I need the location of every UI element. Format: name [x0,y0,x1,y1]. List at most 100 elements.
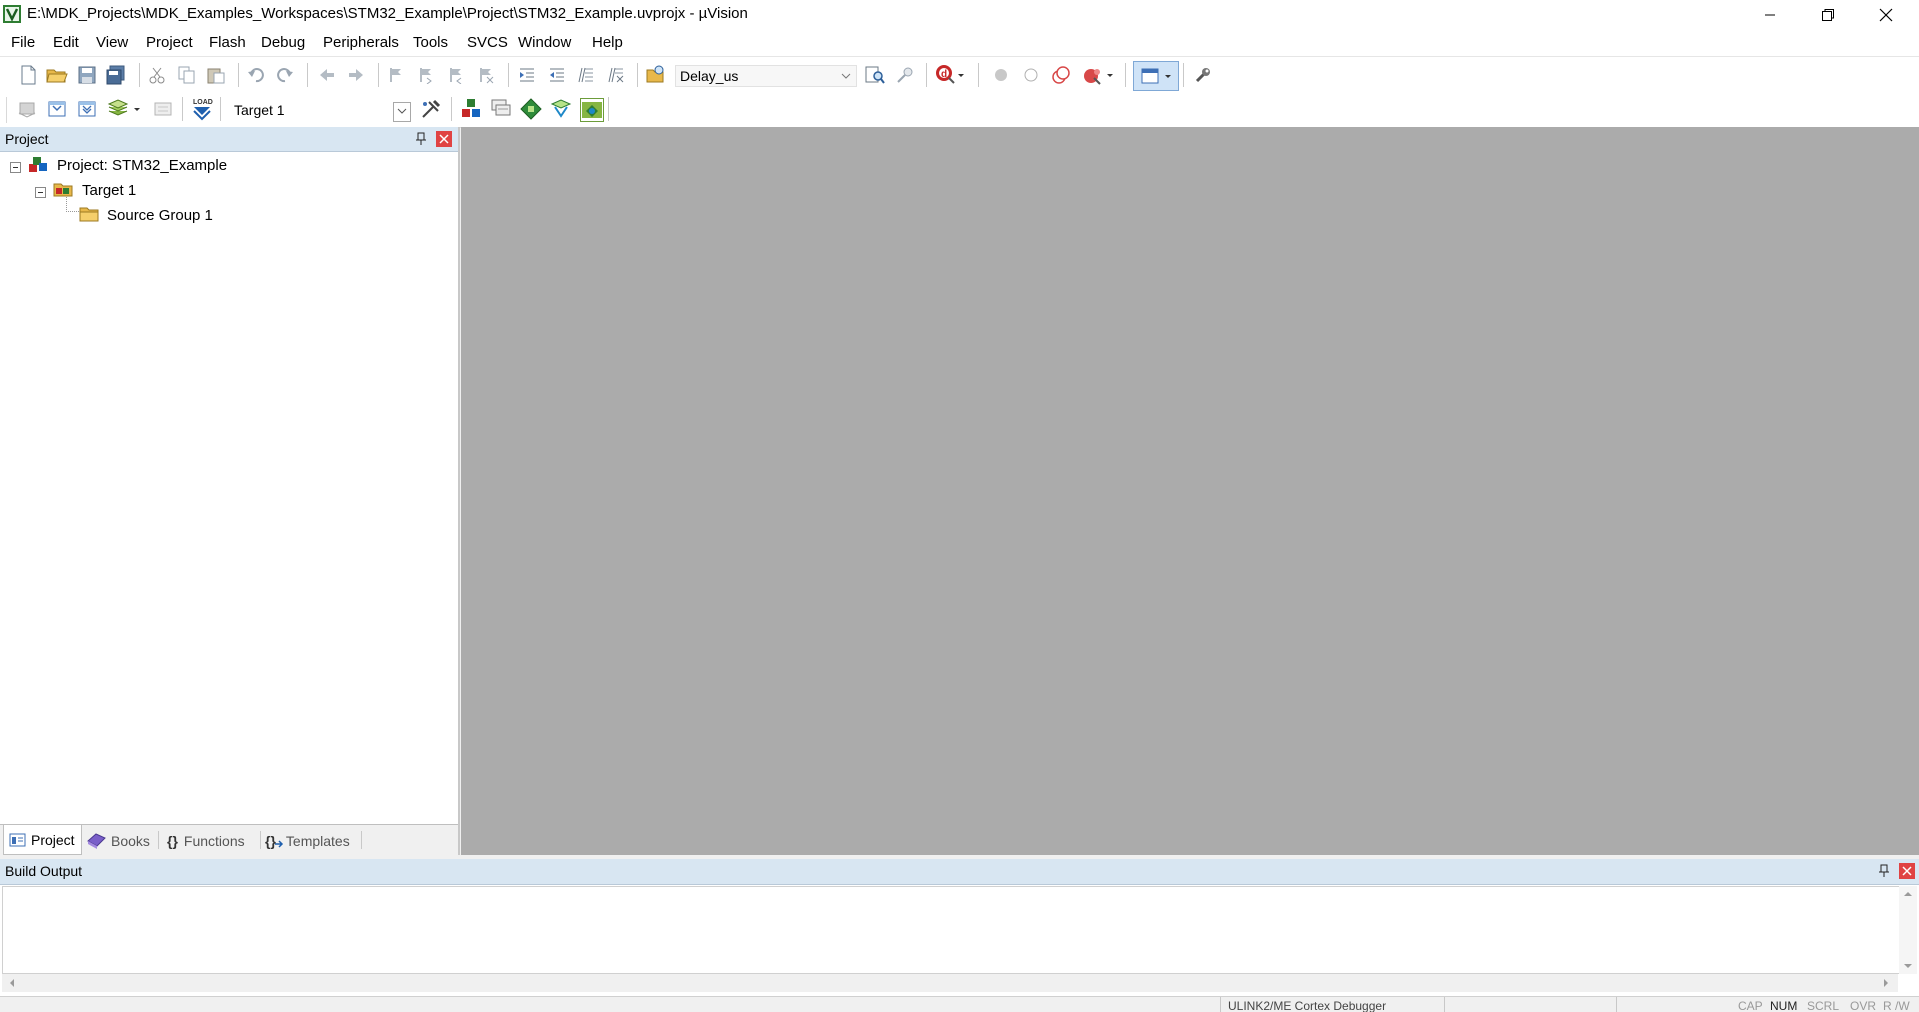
vertical-scrollbar[interactable] [1899,886,1917,974]
menu-flash[interactable]: Flash [209,34,246,51]
toolbar-separator [508,63,509,87]
menu-tools[interactable]: Tools [413,34,448,51]
pin-icon[interactable] [413,131,429,147]
clear-bookmarks-icon[interactable] [475,64,497,86]
pack-installer-icon[interactable] [550,98,572,120]
toolbar-separator [182,97,183,121]
menu-debug[interactable]: Debug [261,34,305,51]
navigate-back-icon[interactable] [316,64,338,86]
toolbar-separator [1183,63,1184,87]
status-scrl: SCRL [1807,999,1840,1012]
chevron-down-icon[interactable] [955,64,967,86]
configure-wrench-icon[interactable] [1192,64,1214,86]
chevron-down-icon[interactable] [1104,64,1116,86]
incremental-find-icon[interactable] [894,64,916,86]
uvision-app-icon [2,4,22,24]
new-file-icon[interactable] [17,64,39,86]
find-icon[interactable] [864,64,886,86]
svg-text:d: d [941,69,947,80]
collapse-target-icon[interactable] [35,185,46,198]
build-icon[interactable] [46,98,68,120]
menu-svcs[interactable]: SVCS [467,34,508,51]
templates-arrow-icon [274,839,283,848]
horizontal-scrollbar[interactable] [2,974,1898,992]
menu-project[interactable]: Project [146,34,193,51]
menu-bar: File Edit View Project Flash Debug Perip… [0,29,1919,56]
disable-all-breakpoints-icon[interactable] [1050,64,1072,86]
window-layout-button[interactable] [1133,61,1179,91]
save-icon[interactable] [76,64,98,86]
menu-file[interactable]: File [11,34,35,51]
status-num: NUM [1770,999,1798,1012]
target-combo[interactable]: Target 1 [229,98,414,122]
toolbar-separator [926,63,927,87]
project-panel: Project Project: STM32_Example Target 1 … [0,127,460,856]
tab-separator [361,831,362,849]
debug-session-icon[interactable]: d [934,63,956,85]
copy-icon[interactable] [176,64,198,86]
editor-area[interactable] [461,127,1919,855]
navigate-forward-icon[interactable] [345,64,367,86]
redo-icon[interactable] [274,64,296,86]
project-panel-tabs: Project Books {} Functions {} Templates [0,824,458,856]
project-icon [28,155,50,175]
kill-all-breakpoints-icon[interactable] [1082,64,1104,86]
chevron-down-icon[interactable] [393,102,411,122]
cut-icon[interactable] [146,64,168,86]
menu-peripherals[interactable]: Peripherals [323,34,399,51]
next-bookmark-icon[interactable] [445,64,467,86]
minimize-button[interactable] [1741,0,1799,29]
menu-edit[interactable]: Edit [53,34,79,51]
enable-breakpoint-icon[interactable] [1020,64,1042,86]
batch-build-icon[interactable] [107,98,129,120]
comment-selection-icon[interactable] [575,64,597,86]
build-output-text[interactable] [2,886,1900,974]
tab-functions[interactable]: {} Functions [167,829,245,852]
indent-icon[interactable] [516,64,538,86]
pin-icon[interactable] [1876,863,1892,879]
pack-installer-green-icon[interactable] [580,98,604,122]
find-in-files-icon[interactable] [645,63,667,85]
insert-breakpoint-icon[interactable] [990,64,1012,86]
menu-window[interactable]: Window [518,34,571,51]
menu-view[interactable]: View [96,34,128,51]
options-for-target-icon[interactable] [420,98,442,120]
restore-button[interactable] [1799,0,1857,29]
toolbar-separator [637,63,638,87]
manage-run-time-environment-icon[interactable] [520,98,542,120]
save-all-icon[interactable] [105,64,127,86]
tree-project-label[interactable]: Project: STM32_Example [57,157,227,174]
title-bar: E:\MDK_Projects\MDK_Examples_Workspaces\… [0,0,1919,29]
paste-icon[interactable] [205,64,227,86]
tab-templates[interactable]: {} Templates [265,829,350,852]
toolbar-separator [307,63,308,87]
close-panel-icon[interactable] [1899,863,1915,879]
close-panel-icon[interactable] [436,131,452,147]
download-load-button[interactable]: LOAD [191,96,213,122]
chevron-down-icon[interactable] [838,67,854,85]
manage-project-items-icon[interactable] [460,98,482,120]
tab-books[interactable]: Books [86,829,150,852]
unindent-icon[interactable] [546,64,568,86]
toolbar-separator [451,97,452,121]
find-combo[interactable]: Delay_us [675,65,857,87]
select-software-packs-icon[interactable] [490,98,512,120]
translate-icon[interactable] [16,98,38,120]
stop-build-icon[interactable] [152,98,174,120]
previous-bookmark-icon[interactable] [415,64,437,86]
close-window-button[interactable] [1857,0,1915,29]
insert-bookmark-icon[interactable] [385,64,407,86]
toolbar-separator [139,63,140,87]
open-file-icon[interactable] [46,64,68,86]
collapse-project-icon[interactable] [10,160,21,173]
uncomment-selection-icon[interactable] [605,64,627,86]
target-combo-value: Target 1 [234,102,285,118]
undo-icon[interactable] [245,64,267,86]
chevron-down-icon[interactable] [131,98,143,120]
status-bar: ULINK2/ME Cortex Debugger CAP NUM SCRL O… [0,996,1919,1012]
rebuild-icon[interactable] [76,98,98,120]
tree-target-label[interactable]: Target 1 [82,182,136,199]
tab-project[interactable]: Project [3,825,82,855]
menu-help[interactable]: Help [592,34,623,51]
tree-source-group-label[interactable]: Source Group 1 [107,207,213,224]
